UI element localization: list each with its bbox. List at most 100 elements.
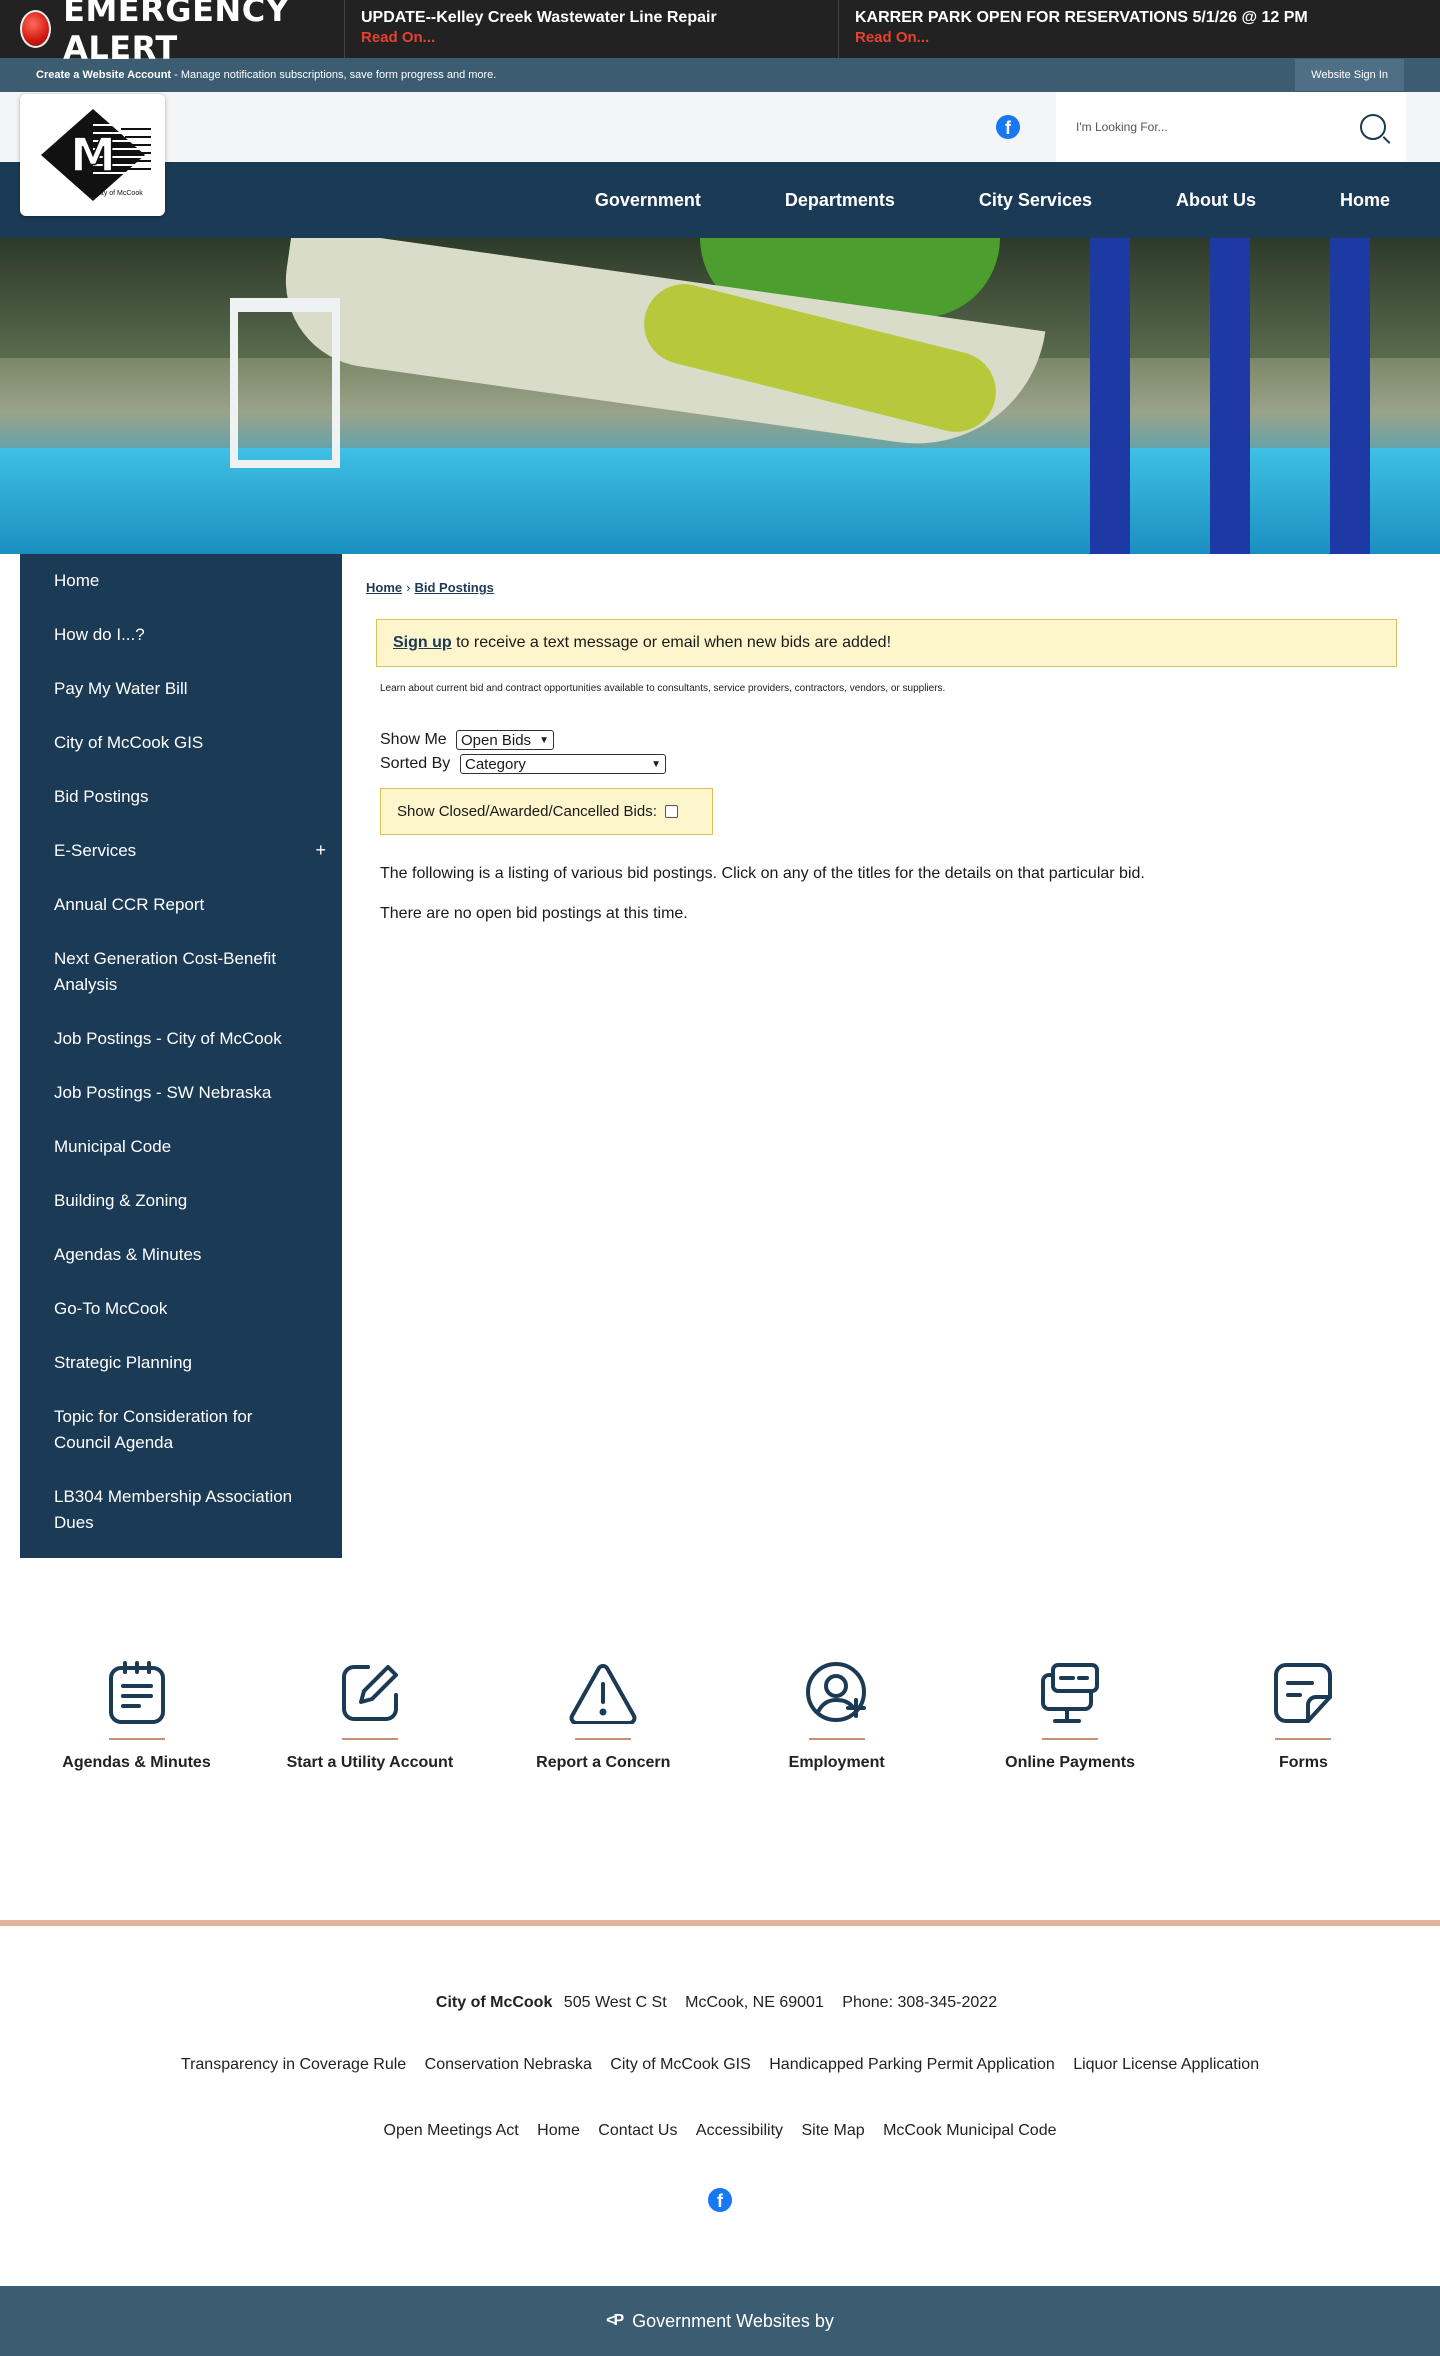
quick-link-label[interactable]: Report a Concern (536, 1754, 670, 1772)
alert-item[interactable]: UPDATE--Kelley Creek Wastewater Line Rep… (345, 0, 839, 58)
sidebar-item-lb304[interactable]: LB304 Membership Association Dues (20, 1470, 342, 1550)
quick-link-report[interactable]: Report a Concern (487, 1658, 720, 1772)
website-sign-in-button[interactable]: Website Sign In (1295, 59, 1404, 91)
quick-link-underline (1042, 1738, 1099, 1740)
city-logo[interactable]: M City of McCook (20, 94, 165, 216)
nav-city-services[interactable]: City Services (979, 190, 1092, 211)
alert-item[interactable]: KARRER PARK OPEN FOR RESERVATIONS 5/1/26… (839, 0, 1440, 58)
sidebar-item-cost-benefit[interactable]: Next Generation Cost-Benefit Analysis (20, 932, 342, 1012)
quick-link-label[interactable]: Start a Utility Account (287, 1754, 454, 1772)
facebook-icon[interactable]: f (996, 115, 1020, 139)
document-icon[interactable] (1268, 1658, 1338, 1728)
breadcrumb: Home › Bid Postings (366, 580, 1420, 595)
quick-link-agendas[interactable]: Agendas & Minutes (20, 1658, 253, 1772)
show-me-select[interactable]: Open Bids ▼ (456, 730, 554, 750)
sidebar-item-ccr-report[interactable]: Annual CCR Report (20, 878, 342, 932)
warning-icon[interactable] (568, 1658, 638, 1728)
edit-icon[interactable] (335, 1658, 405, 1728)
breadcrumb-current[interactable]: Bid Postings (414, 580, 493, 595)
quick-link-underline (341, 1738, 398, 1740)
hero-banner-image (0, 238, 1440, 554)
civicplus-text[interactable]: Government Websites by (632, 2311, 834, 2332)
sorted-by-value: Category (465, 755, 526, 773)
footer-city-name: City of McCook (435, 1994, 553, 2011)
breadcrumb-separator: › (406, 580, 411, 595)
read-on-link[interactable]: Read On... (855, 28, 1424, 48)
sidebar-item-how-do-i[interactable]: How do I...? (20, 608, 342, 662)
expand-icon[interactable]: + (315, 837, 326, 863)
quick-link-forms[interactable]: Forms (1187, 1658, 1420, 1772)
footer-street: 505 West C St (563, 1994, 667, 2011)
footer-link[interactable]: McCook Municipal Code (883, 2122, 1056, 2139)
sorted-by-select[interactable]: Category ▼ (460, 754, 666, 774)
show-closed-box: Show Closed/Awarded/Cancelled Bids: (380, 788, 713, 835)
signup-text: to receive a text message or email when … (451, 634, 892, 651)
footer-link[interactable]: Home (537, 2122, 580, 2139)
sidebar-item-building-zoning[interactable]: Building & Zoning (20, 1174, 342, 1228)
quick-link-label[interactable]: Agendas & Minutes (62, 1754, 210, 1772)
quick-link-utility[interactable]: Start a Utility Account (253, 1658, 486, 1772)
user-add-icon[interactable] (802, 1658, 872, 1728)
sidebar-item-strategic-planning[interactable]: Strategic Planning (20, 1336, 342, 1390)
quick-link-underline (808, 1738, 865, 1740)
quick-links: Agendas & Minutes Start a Utility Accoun… (0, 1658, 1440, 1926)
alert-item-title[interactable]: UPDATE--Kelley Creek Wastewater Line Rep… (361, 8, 822, 28)
sidebar-item-council-topic[interactable]: Topic for Consideration for Council Agen… (20, 1390, 342, 1470)
hero-pillar (1210, 238, 1250, 554)
lead-text: Learn about current bid and contract opp… (380, 683, 946, 694)
hero-pillar (1090, 238, 1130, 554)
footer-link[interactable]: Transparency in Coverage Rule (181, 2056, 406, 2073)
nav-about-us[interactable]: About Us (1176, 190, 1256, 211)
quick-link-employment[interactable]: Employment (720, 1658, 953, 1772)
footer-link[interactable]: Conservation Nebraska (425, 2056, 592, 2073)
site-footer: City of McCook 505 West C St McCook, NE … (0, 1926, 1440, 2286)
chevron-down-icon: ▼ (539, 734, 549, 746)
footer-link[interactable]: City of McCook GIS (610, 2056, 750, 2073)
quick-link-underline (108, 1738, 165, 1740)
sidebar-item-job-postings-sw[interactable]: Job Postings - SW Nebraska (20, 1066, 342, 1120)
nav-government[interactable]: Government (595, 190, 701, 211)
footer-link[interactable]: Open Meetings Act (384, 2122, 519, 2139)
sidebar-item-home[interactable]: Home (20, 554, 342, 608)
sidebar-item-job-postings-city[interactable]: Job Postings - City of McCook (20, 1012, 342, 1066)
footer-link[interactable]: Accessibility (696, 2122, 783, 2139)
quick-link-payments[interactable]: Online Payments (954, 1658, 1187, 1772)
sidebar-item-agendas[interactable]: Agendas & Minutes (20, 1228, 342, 1282)
nav-departments[interactable]: Departments (785, 190, 895, 211)
sidebar-item-bid-postings[interactable]: Bid Postings (20, 770, 342, 824)
quick-link-label[interactable]: Employment (789, 1754, 885, 1772)
monitor-payment-icon[interactable] (1035, 1658, 1105, 1728)
footer-link[interactable]: Contact Us (598, 2122, 677, 2139)
sidebar-item-go-to-mccook[interactable]: Go-To McCook (20, 1282, 342, 1336)
footer-link[interactable]: Handicapped Parking Permit Application (769, 2056, 1055, 2073)
main-area: Home How do I...? Pay My Water Bill City… (0, 554, 1440, 1558)
search-icon[interactable] (1360, 114, 1386, 140)
footer-link[interactable]: Site Map (801, 2122, 864, 2139)
show-me-row: Show Me Open Bids ▼ (380, 728, 1420, 752)
nav-home[interactable]: Home (1340, 190, 1390, 211)
breadcrumb-home[interactable]: Home (366, 580, 402, 595)
alert-item-title[interactable]: KARRER PARK OPEN FOR RESERVATIONS 5/1/26… (855, 8, 1424, 28)
footer-phone: Phone: 308-345-2022 (842, 1994, 998, 2011)
emergency-alert-brand: EMERGENCY ALERT (0, 0, 345, 67)
sidebar-item-gis[interactable]: City of McCook GIS (20, 716, 342, 770)
sidebar-item-e-services[interactable]: E-Services + (20, 824, 342, 878)
emergency-alert-bar: EMERGENCY ALERT UPDATE--Kelley Creek Was… (0, 0, 1440, 67)
footer-address: City of McCook 505 West C St McCook, NE … (0, 1994, 1440, 2012)
sidebar-item-municipal-code[interactable]: Municipal Code (20, 1120, 342, 1174)
quick-link-label[interactable]: Forms (1279, 1754, 1328, 1772)
show-closed-checkbox[interactable] (664, 805, 678, 818)
create-account-link[interactable]: Create a Website Account (36, 69, 171, 81)
notepad-icon[interactable] (102, 1658, 172, 1728)
civicplus-bar[interactable]: <P Government Websites by (0, 2286, 1440, 2356)
listing-text: The following is a listing of various bi… (380, 865, 1145, 882)
search-input[interactable]: I'm Looking For... (1056, 92, 1406, 162)
page-content: Home › Bid Postings Sign up to receive a t… (342, 554, 1440, 1558)
footer-link[interactable]: Liquor License Application (1073, 2056, 1259, 2073)
sign-up-link[interactable]: Sign up (393, 634, 452, 651)
facebook-icon[interactable]: f (708, 2188, 732, 2212)
quick-link-label[interactable]: Online Payments (1005, 1754, 1135, 1772)
read-on-link[interactable]: Read On... (361, 28, 822, 48)
sidebar-item-pay-water-bill[interactable]: Pay My Water Bill (20, 662, 342, 716)
sidebar-item-label[interactable]: E-Services (54, 841, 136, 860)
